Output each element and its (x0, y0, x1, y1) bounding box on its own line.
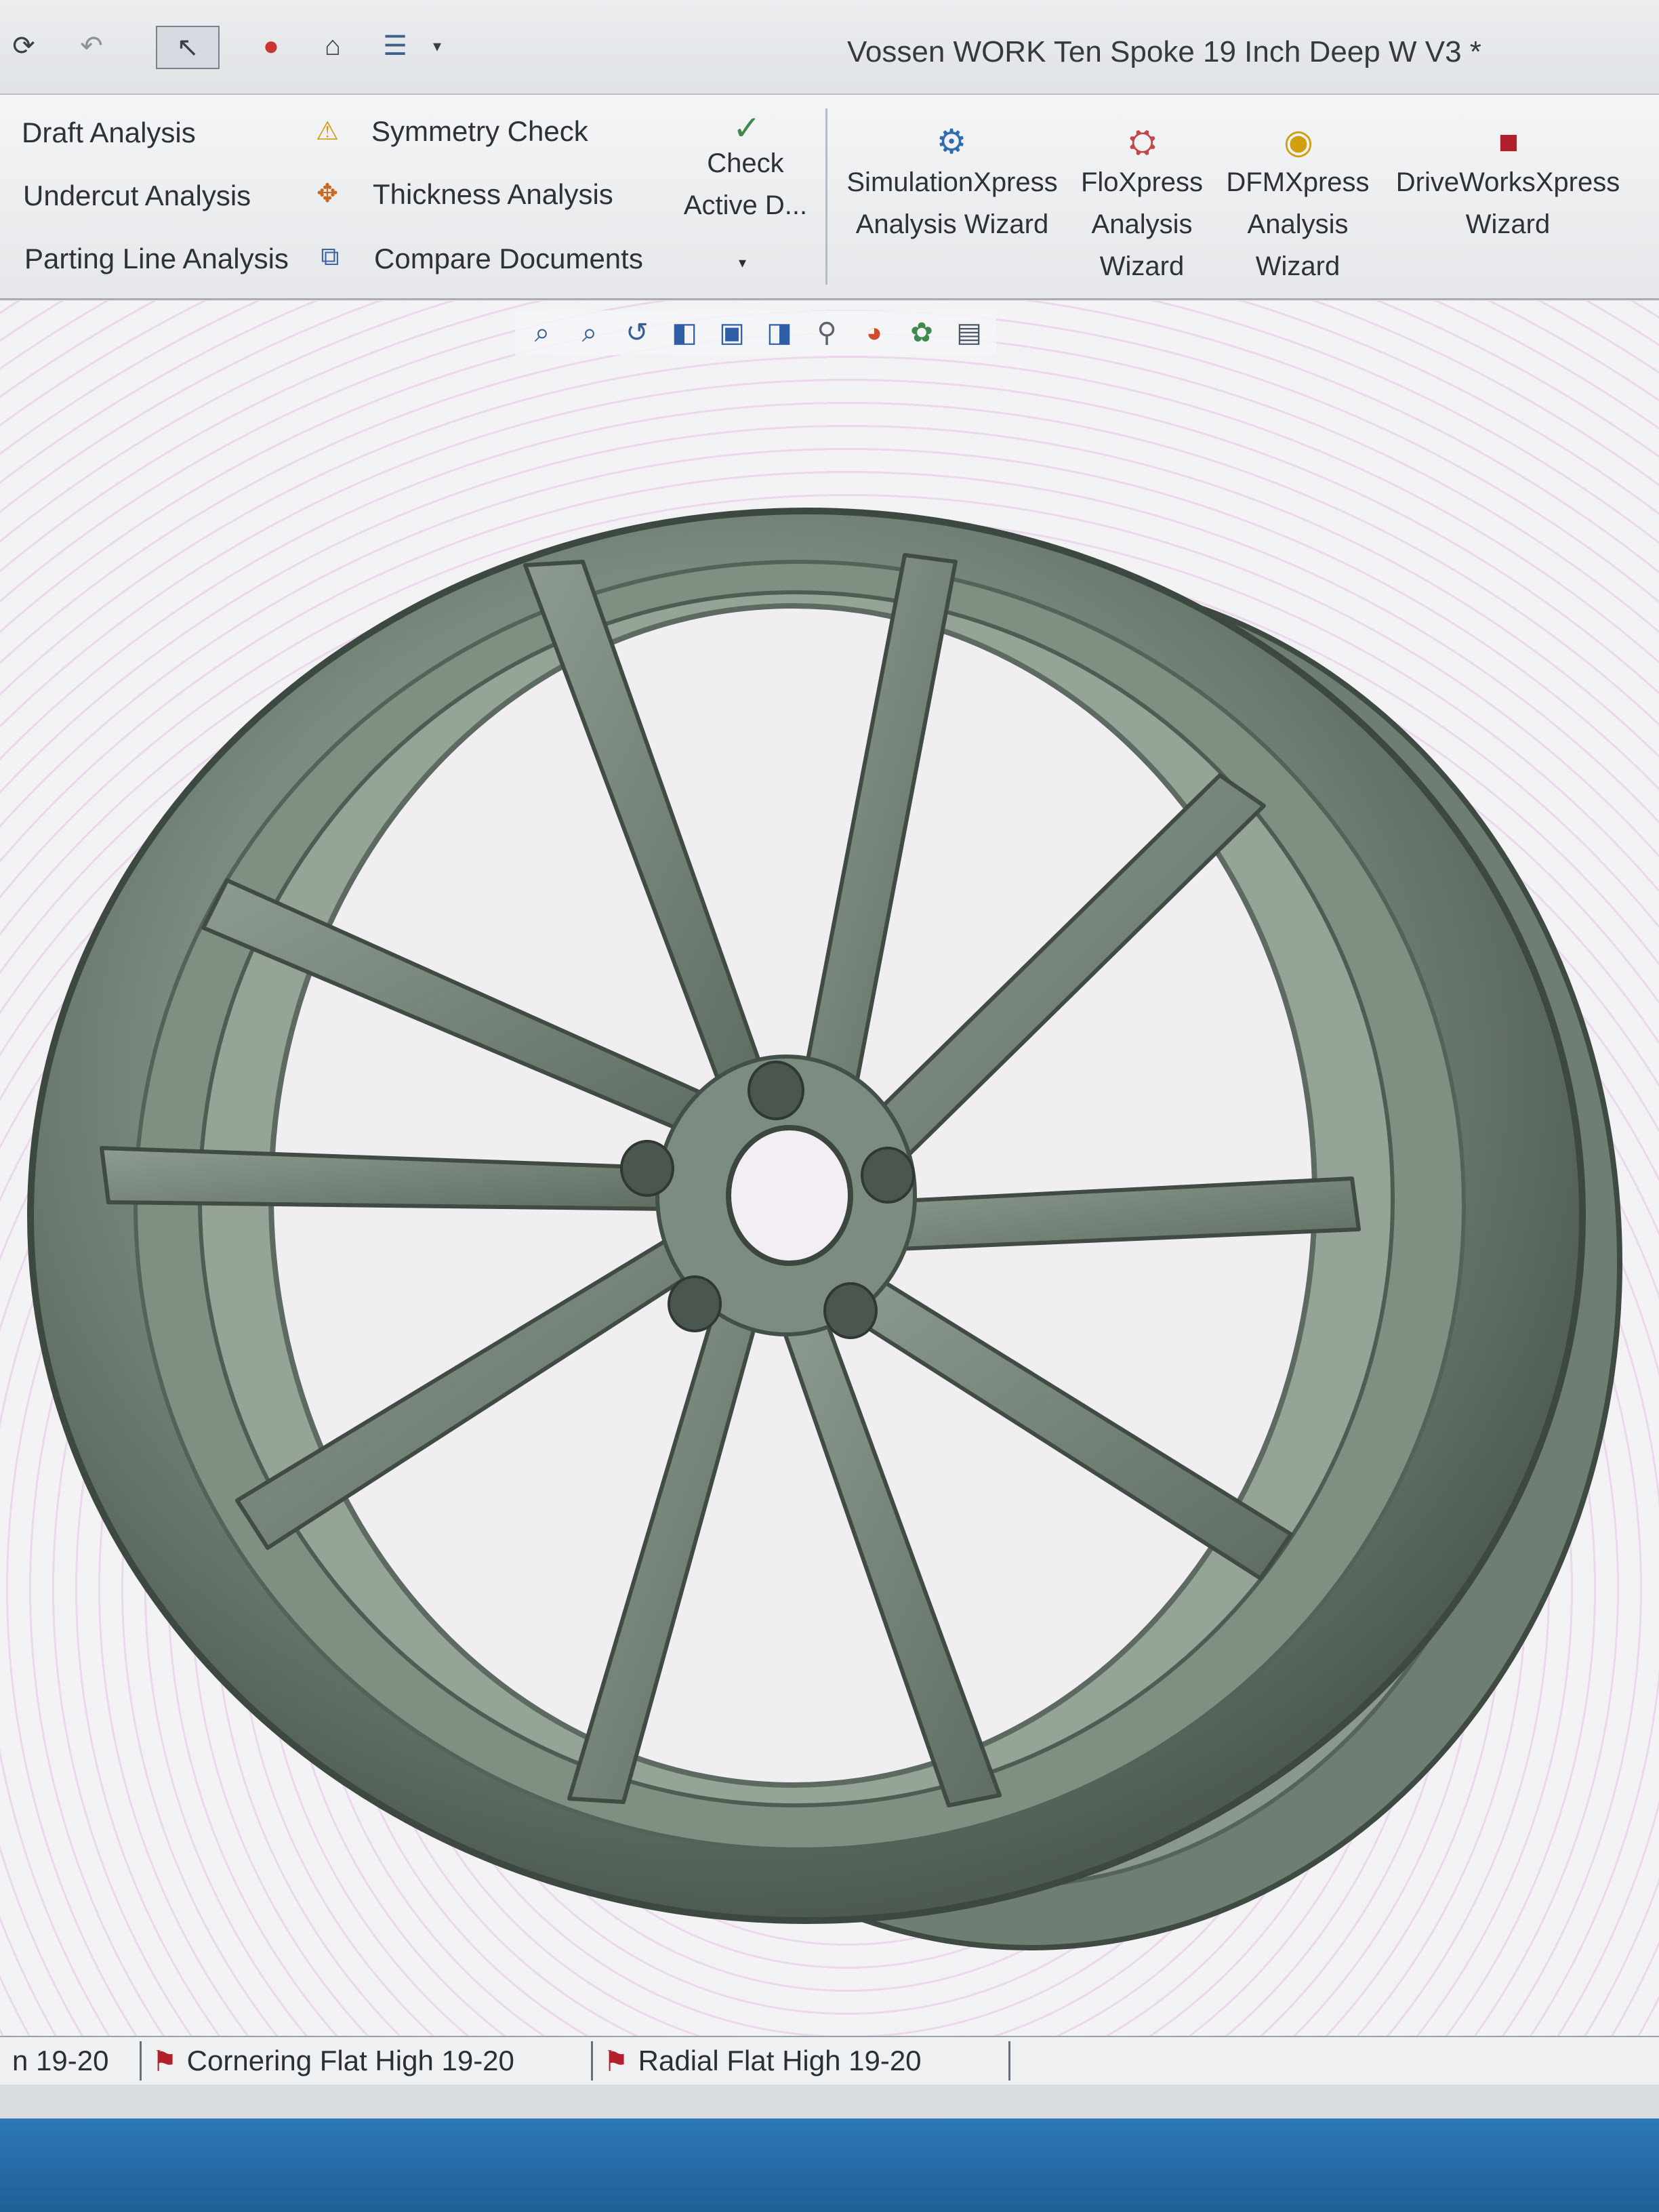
file-properties-icon[interactable]: ⌂ (310, 26, 355, 66)
graphics-area[interactable] (0, 301, 1659, 2036)
view-settings-icon[interactable]: ▤ (949, 312, 989, 353)
rebuild-icon[interactable]: ⟳ (0, 26, 47, 66)
simulationxpress-label-2: Analysis Wizard (855, 209, 1049, 239)
parting-line-analysis-button[interactable]: Parting Line Analysis (24, 243, 289, 275)
tab-label: n 19-20 (12, 2045, 109, 2076)
heads-up-view-toolbar: ⌕ ⌕ ↺ ◧ ▣ ◨ ⚲ ◕ ✿ ▤ (515, 310, 996, 355)
dfmxpress-wizard-button[interactable]: DFMXpress Analysis Wizard (1220, 161, 1376, 287)
wheel-model[interactable] (0, 301, 1659, 2036)
tab-radial-flat-high[interactable]: ⚑ Radial Flat High 19-20 (591, 2041, 1010, 2081)
chevron-down-icon[interactable]: ▾ (427, 26, 447, 66)
dfmxpress-label-2: Analysis (1247, 209, 1349, 239)
compare-documents-icon: ⧉ (321, 242, 340, 271)
floxpress-label-1: FloXpress (1080, 167, 1204, 197)
study-flag-icon: ⚑ (152, 2045, 178, 2077)
options-list-icon[interactable]: ☰ (373, 26, 417, 66)
edit-appearance-icon[interactable]: ◕ (854, 312, 895, 353)
driveworksxpress-icon: ■ (1498, 123, 1519, 161)
tab-label: Cornering Flat High 19-20 (186, 2045, 514, 2076)
driveworksxpress-label-2: Wizard (1465, 209, 1551, 239)
undo-icon[interactable]: ↶ (68, 26, 115, 66)
simulationxpress-label-1: SimulationXpress (846, 167, 1058, 197)
previous-view-icon[interactable]: ↺ (617, 312, 657, 353)
check-active-label-1: Check (707, 148, 784, 178)
study-flag-icon: ⚑ (603, 2045, 629, 2077)
driveworksxpress-label-1: DriveWorksXpress (1395, 167, 1620, 197)
zoom-to-area-icon[interactable]: ⌕ (569, 312, 610, 353)
floxpress-label-3: Wizard (1099, 251, 1185, 281)
simulationxpress-wizard-button[interactable]: SimulationXpress Analysis Wizard (834, 161, 1071, 245)
thickness-analysis-button[interactable]: Thickness Analysis (373, 178, 613, 211)
driveworksxpress-wizard-button[interactable]: DriveWorksXpress Wizard (1382, 161, 1633, 245)
status-strip (0, 2085, 1659, 2118)
dfmxpress-label-3: Wizard (1255, 251, 1340, 281)
ribbon-separator (825, 108, 827, 285)
compare-documents-button[interactable]: Compare Documents (374, 243, 643, 275)
study-tabs-bar: n 19-20 ⚑ Cornering Flat High 19-20 ⚑ Ra… (0, 2036, 1659, 2086)
traffic-light-icon[interactable]: ● (252, 26, 290, 66)
apply-scene-icon[interactable]: ✿ (901, 312, 942, 353)
tab-cornering-flat-high[interactable]: ⚑ Cornering Flat High 19-20 (140, 2041, 593, 2081)
dfmxpress-icon: ◉ (1284, 123, 1313, 161)
dfmxpress-label-1: DFMXpress (1226, 167, 1370, 197)
floxpress-label-2: Analysis (1091, 209, 1193, 239)
draft-analysis-button[interactable]: Draft Analysis (22, 117, 196, 149)
thickness-icon: ✥ (316, 179, 338, 208)
title-bar: ⟳ ↶ ↖ ● ⌂ ☰ ▾ Vossen WORK Ten Spoke 19 I… (0, 0, 1659, 95)
window-title: Vossen WORK Ten Spoke 19 Inch Deep W V3 … (847, 35, 1481, 68)
tab-label: Radial Flat High 19-20 (638, 2045, 922, 2076)
display-style-icon[interactable]: ◨ (759, 312, 800, 353)
floxpress-wizard-button[interactable]: FloXpress Analysis Wizard (1078, 161, 1206, 287)
check-active-document-button[interactable]: Check Active D... (671, 142, 820, 226)
tab-study-1[interactable]: n 19-20 (0, 2041, 142, 2081)
zoom-to-fit-icon[interactable]: ⌕ (522, 312, 562, 353)
section-view-icon[interactable]: ◧ (664, 312, 705, 353)
view-orientation-icon[interactable]: ▣ (712, 312, 752, 353)
chevron-down-icon[interactable]: ▾ (739, 254, 746, 272)
floxpress-icon: ⛭ (1129, 123, 1156, 161)
evaluate-ribbon: Draft Analysis Undercut Analysis Parting… (0, 95, 1659, 300)
hide-show-items-icon[interactable]: ⚲ (806, 312, 847, 353)
simulationxpress-icon: ⚙ (936, 123, 967, 161)
center-bore (726, 1125, 853, 1266)
symmetry-check-button[interactable]: Symmetry Check (371, 115, 588, 148)
taskbar (0, 2118, 1659, 2212)
undercut-analysis-button[interactable]: Undercut Analysis (23, 180, 251, 212)
select-arrow-icon[interactable]: ↖ (156, 26, 220, 69)
check-active-label-2: Active D... (683, 190, 808, 220)
symmetry-warning-icon: ⚠ (315, 117, 340, 146)
